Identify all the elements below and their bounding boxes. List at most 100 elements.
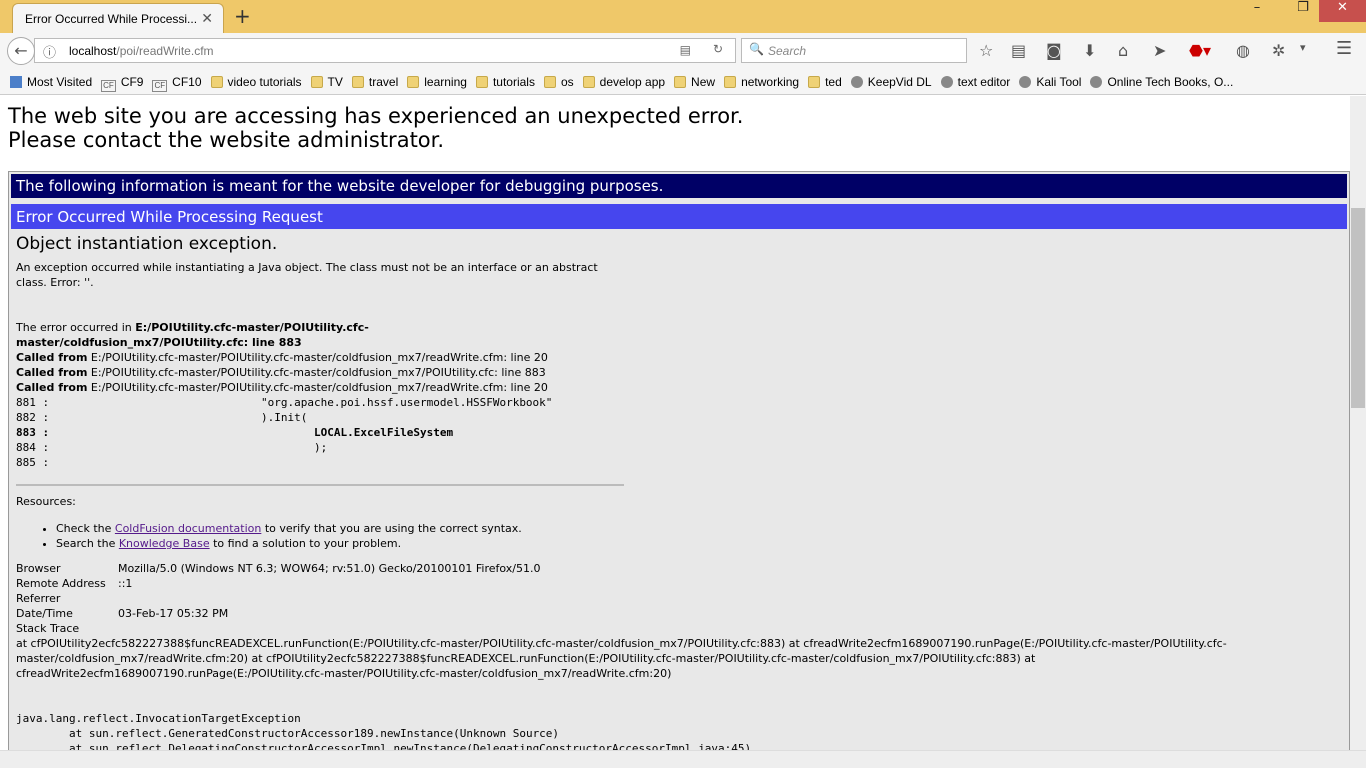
error-heading-line2: Please contact the website administrator… [8,128,445,152]
bookmark-label: CF10 [172,75,202,89]
debug-info-banner: The following information is meant for t… [11,174,1347,198]
java-trace-line: at sun.reflect.DelegatingConstructorAcce… [16,742,752,750]
bookmark-item[interactable]: learning [407,75,467,89]
bookmark-label: video tutorials [227,75,302,89]
bookmark-label: Kali Tool [1036,75,1082,89]
bookmark-label: Most Visited [27,75,93,89]
bookmarks-toolbar: Most Visited CF CF9 CF CF10 video tutorials TV… [0,68,1366,95]
coldfusion-icon: CF [152,80,168,92]
knowledge-base-link[interactable]: Knowledge Base [119,537,210,550]
folder-icon [674,76,687,88]
divider [16,484,624,486]
globe-icon [940,76,953,88]
bookmark-item[interactable]: develop app [582,75,665,89]
bookmark-item[interactable]: networking [724,75,799,89]
bookmark-item[interactable]: New [674,75,715,89]
globe-edit-icon[interactable]: ◍ [1236,41,1250,60]
bookmark-item[interactable]: text editor [940,75,1011,89]
folder-icon [407,76,420,88]
globe-icon [1090,76,1103,88]
menu-icon[interactable]: ☰ [1336,38,1352,59]
java-trace-line: at sun.reflect.GeneratedConstructorAcces… [16,727,560,740]
download-icon[interactable]: ⬇ [1083,41,1096,60]
url-bar[interactable]: ⓘ localhost/poi/readWrite.cfm ▤ ↻ [34,38,736,63]
info-icon[interactable]: ⓘ [43,42,56,61]
stack-trace: at cfPOIUtility2ecfc582227388$funcREADEX… [16,637,1227,680]
bookmark-label: networking [741,75,800,89]
search-icon: 🔍 [749,42,764,56]
bookmark-label: ted [825,75,842,89]
resources-heading: Resources: [16,495,76,508]
bookmark-item[interactable]: tutorials [475,75,535,89]
overflow-dropdown-icon[interactable]: ▾ [1300,41,1306,54]
debug-panel: The following information is meant for t… [8,171,1350,750]
scrollbar-thumb[interactable] [1351,208,1365,408]
code-line: 882 : ).Init( [16,411,308,424]
globe-icon [850,76,863,88]
bookmark-item[interactable]: travel [351,75,399,89]
adblock-icon[interactable]: ⬣▾ [1189,41,1211,60]
bookmark-label: tutorials [492,75,535,89]
code-line: 885 : [16,456,50,469]
folder-icon [724,76,737,88]
bookmark-item[interactable]: Most Visited [10,75,92,89]
bookmark-star-icon[interactable]: ☆ [979,41,993,60]
bookmark-label: TV [327,75,343,89]
extension-icon[interactable]: ✲ [1272,41,1285,60]
reload-icon[interactable]: ↻ [713,42,723,56]
bookmark-label: os [560,75,574,89]
bookmark-item[interactable]: CF CF9 [101,75,143,92]
request-info-row: Remote Address::1 [16,577,133,590]
bookmark-item[interactable]: Online Tech Books, O... [1090,75,1233,89]
bookmarks-list-icon[interactable]: ▤ [1011,41,1026,60]
new-tab-button[interactable]: + [234,4,251,28]
reader-view-icon[interactable]: ▤ [680,43,691,57]
error-banner: Error Occurred While Processing Request [11,204,1347,229]
bookmark-label: text editor [957,75,1011,89]
bookmark-item[interactable]: Kali Tool [1019,75,1081,89]
pocket-icon[interactable]: ◙ [1046,41,1062,60]
bookmark-item[interactable]: ted [808,75,842,89]
exception-title: Object instantiation exception. [16,234,278,254]
most-visited-icon [10,76,22,88]
bookmark-item[interactable]: os [543,75,574,89]
window-close-button[interactable]: ✕ [1319,0,1366,22]
tab-active[interactable]: Error Occurred While Processi... ✕ [12,3,224,33]
horizontal-scrollbar[interactable] [0,750,1366,768]
minimize-button[interactable]: – [1242,0,1272,22]
search-input[interactable]: 🔍 Search [741,38,967,63]
request-info-row: Date/Time 03-Feb-17 05:32 PM [16,607,229,620]
called-from-line: Called from E:/POIUtility.cfc-master/POI… [16,366,546,379]
exception-description: An exception occurred while instantiatin… [16,261,598,289]
folder-icon [582,76,595,88]
coldfusion-docs-link[interactable]: ColdFusion documentation [115,522,261,535]
tab-title: Error Occurred While Processi... [25,12,198,26]
bookmark-label: travel [368,75,399,89]
bookmark-item[interactable]: video tutorials [210,75,302,89]
code-line: 881 : "org.apache.poi.hssf.usermodel.HSS… [16,396,553,409]
bookmark-label: Online Tech Books, O... [1107,75,1234,89]
folder-icon [475,76,488,88]
close-tab-icon[interactable]: ✕ [201,10,213,27]
bookmark-item[interactable]: CF CF10 [152,75,202,92]
back-button[interactable]: ← [7,37,35,65]
folder-icon [543,76,556,88]
page-content: The web site you are accessing has exper… [0,96,1350,750]
title-bar: Error Occurred While Processi... ✕ + – ❐ … [0,0,1366,33]
home-icon[interactable]: ⌂ [1118,41,1128,60]
code-line: 884 : ); [16,441,328,454]
restore-button[interactable]: ❐ [1288,0,1318,22]
folder-icon [808,76,821,88]
bookmark-item[interactable]: KeepVid DL [850,75,932,89]
called-from-line: Called from E:/POIUtility.cfc-master/POI… [16,381,548,394]
request-info-row: Referrer [16,592,61,605]
url-path: /poi/readWrite.cfm [116,44,214,58]
coldfusion-icon: CF [101,80,116,92]
java-trace-line: java.lang.reflect.InvocationTargetExcept… [16,712,301,725]
error-heading-line1: The web site you are accessing has exper… [8,104,744,128]
url-host: localhost [69,44,117,58]
bookmark-item[interactable]: TV [310,75,343,89]
folder-icon [351,76,364,88]
vertical-scrollbar[interactable] [1350,96,1366,750]
send-icon[interactable]: ➤ [1153,41,1166,60]
